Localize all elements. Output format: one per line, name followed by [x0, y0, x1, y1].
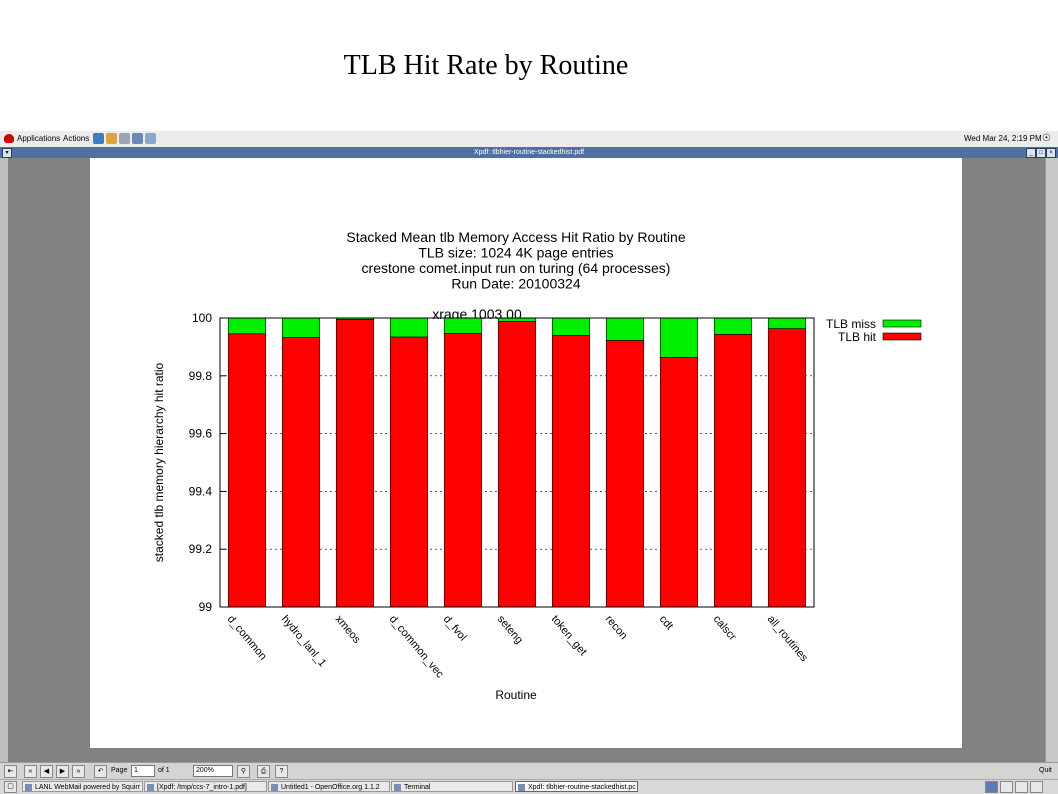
bar-tlb-miss-d_fvol — [443, 317, 483, 334]
bar-tlb-hit-recon — [605, 340, 645, 608]
x-tick-label: hydro_lanl_1 — [279, 613, 329, 669]
x-tick-label: xmeos — [333, 613, 363, 646]
task-xpdf-intro[interactable]: [Xpdf: /tmp/ccs-7_intro-1.pdf] — [144, 781, 267, 792]
bar-tlb-miss-cdt — [659, 317, 699, 358]
bar-tlb-miss-all_routines — [767, 317, 807, 329]
chart-title-line: TLB size: 1024 4K page entries — [418, 245, 613, 261]
y-tick-label: 99.6 — [189, 427, 213, 441]
x-axis-label: Routine — [495, 688, 537, 702]
task-terminal[interactable]: Terminal — [391, 781, 513, 792]
x-tick-label: d_common — [225, 613, 269, 662]
bar-tlb-miss-calscr — [713, 317, 753, 335]
window-title: Xpdf: tlbhier-routine-stackedhist.pdf — [473, 149, 585, 156]
pdf-page: Stacked Mean tlb Memory Access Hit Ratio… — [90, 158, 962, 748]
next-page-icon[interactable]: ▶ — [56, 765, 69, 778]
mail-launcher-icon[interactable] — [106, 133, 117, 144]
stacked-bar-chart: Stacked Mean tlb Memory Access Hit Ratio… — [152, 229, 922, 702]
bar-tlb-miss-hydro_lanl_1 — [281, 317, 321, 338]
bar-tlb-miss-d_common — [227, 317, 267, 335]
x-tick-label: d_fvol — [441, 613, 469, 643]
find-icon[interactable]: ⚲ — [237, 765, 250, 778]
back-icon[interactable]: ↶ — [94, 765, 107, 778]
show-desktop-icon[interactable]: ▢ — [4, 781, 17, 793]
left-border — [0, 158, 8, 762]
close-icon[interactable]: × — [1046, 148, 1056, 158]
y-tick-label: 99.8 — [189, 369, 213, 383]
first-page-icon[interactable]: ⇤ — [4, 765, 17, 778]
x-tick-label: seteng — [495, 613, 525, 646]
page-number-input[interactable]: 1 — [131, 765, 155, 777]
bar-tlb-miss-recon — [605, 317, 645, 341]
x-tick-label: calscr — [711, 613, 739, 643]
x-tick-label: cdt — [657, 613, 676, 632]
bar-tlb-hit-calscr — [713, 334, 753, 608]
maximize-icon[interactable]: □ — [1036, 148, 1046, 158]
browser-launcher-icon[interactable] — [93, 133, 104, 144]
slide-title: TLB Hit Rate by Routine — [343, 50, 629, 81]
workspace-2-icon[interactable] — [1000, 781, 1013, 793]
legend-label: TLB hit — [838, 330, 877, 344]
chart-title-line: Stacked Mean tlb Memory Access Hit Ratio… — [346, 229, 685, 245]
print-icon[interactable]: ⎙ — [257, 765, 270, 778]
y-tick-label: 99.2 — [189, 542, 213, 556]
legend-swatch — [882, 319, 922, 328]
chart-title-line: crestone comet.input run on turing (64 p… — [362, 260, 671, 276]
clock[interactable]: Wed Mar 24, 2:19 PM — [964, 134, 1042, 143]
page-count: of 1 — [158, 767, 170, 774]
bar-tlb-hit-cdt — [659, 357, 699, 608]
bar-tlb-hit-xmeos — [335, 319, 375, 608]
bar-tlb-hit-all_routines — [767, 328, 807, 608]
top-panel: Applications Actions Wed Mar 24, 2:19 PM… — [0, 131, 1058, 148]
chart-title-line: Run Date: 20100324 — [451, 276, 580, 292]
window-menu-icon[interactable]: ▾ — [2, 148, 12, 158]
task-xpdf-stackedhist[interactable]: Xpdf: tlbhier-routine-stackedhist.pc — [515, 781, 638, 792]
x-tick-label: token_get — [549, 613, 589, 658]
bar-tlb-hit-d_fvol — [443, 333, 483, 608]
bar-tlb-miss-token_get — [551, 317, 591, 336]
volume-icon[interactable]: ☉ — [1042, 133, 1051, 144]
bar-tlb-hit-hydro_lanl_1 — [281, 337, 321, 608]
taskbar: ▢ LANL WebMail powered by Squirr [Xpdf: … — [0, 779, 1058, 794]
bar-tlb-miss-d_common_vec — [389, 317, 429, 338]
workspace-1-icon[interactable] — [985, 781, 998, 793]
bar-tlb-hit-seteng — [497, 321, 537, 608]
bar-tlb-hit-token_get — [551, 335, 591, 608]
task-openoffice[interactable]: Untitled1 - OpenOffice.org 1.1.2 — [268, 781, 390, 792]
bar-tlb-hit-d_common_vec — [389, 336, 429, 608]
quit-button[interactable]: Quit — [1039, 767, 1052, 774]
minimize-icon[interactable]: _ — [1026, 148, 1036, 158]
forward-ten-pages-icon[interactable]: » — [72, 765, 85, 778]
bar-tlb-miss-seteng — [497, 317, 537, 322]
window-title-bar[interactable]: ▾ Xpdf: tlbhier-routine-stackedhist.pdf … — [0, 147, 1058, 158]
y-tick-label: 100 — [192, 311, 212, 325]
x-tick-label: recon — [603, 613, 630, 642]
workspace-4-icon[interactable] — [1030, 781, 1043, 793]
help-icon[interactable]: ? — [275, 765, 288, 778]
print-launcher-icon[interactable] — [145, 133, 156, 144]
back-ten-pages-icon[interactable]: « — [24, 765, 37, 778]
office-launcher-icon[interactable] — [132, 133, 143, 144]
bar-tlb-hit-d_common — [227, 333, 267, 608]
legend-label: TLB miss — [826, 317, 876, 331]
workspace-3-icon[interactable] — [1015, 781, 1028, 793]
zoom-select[interactable]: 200% — [193, 765, 233, 777]
applications-menu[interactable]: Applications — [17, 134, 60, 143]
xpdf-toolbar: ⇤ « ◀ ▶ » ↶ Page 1 of 1 200% ⚲ ⎙ ? Quit — [0, 762, 1058, 779]
redhat-menu-icon[interactable] — [4, 134, 14, 143]
vertical-scrollbar[interactable] — [1045, 158, 1058, 762]
search-launcher-icon[interactable] — [119, 133, 130, 144]
actions-menu[interactable]: Actions — [63, 134, 89, 143]
prev-page-icon[interactable]: ◀ — [40, 765, 53, 778]
x-tick-label: all_routines — [765, 613, 811, 664]
y-axis-label: stacked tlb memory hierarchy hit ratio — [152, 362, 166, 562]
y-tick-label: 99.4 — [189, 484, 213, 498]
page-label: Page — [111, 767, 128, 774]
task-webmail[interactable]: LANL WebMail powered by Squirr — [22, 781, 143, 792]
x-tick-label: d_common_vec — [387, 613, 446, 681]
legend-swatch — [882, 332, 922, 341]
y-tick-label: 99 — [199, 600, 213, 614]
